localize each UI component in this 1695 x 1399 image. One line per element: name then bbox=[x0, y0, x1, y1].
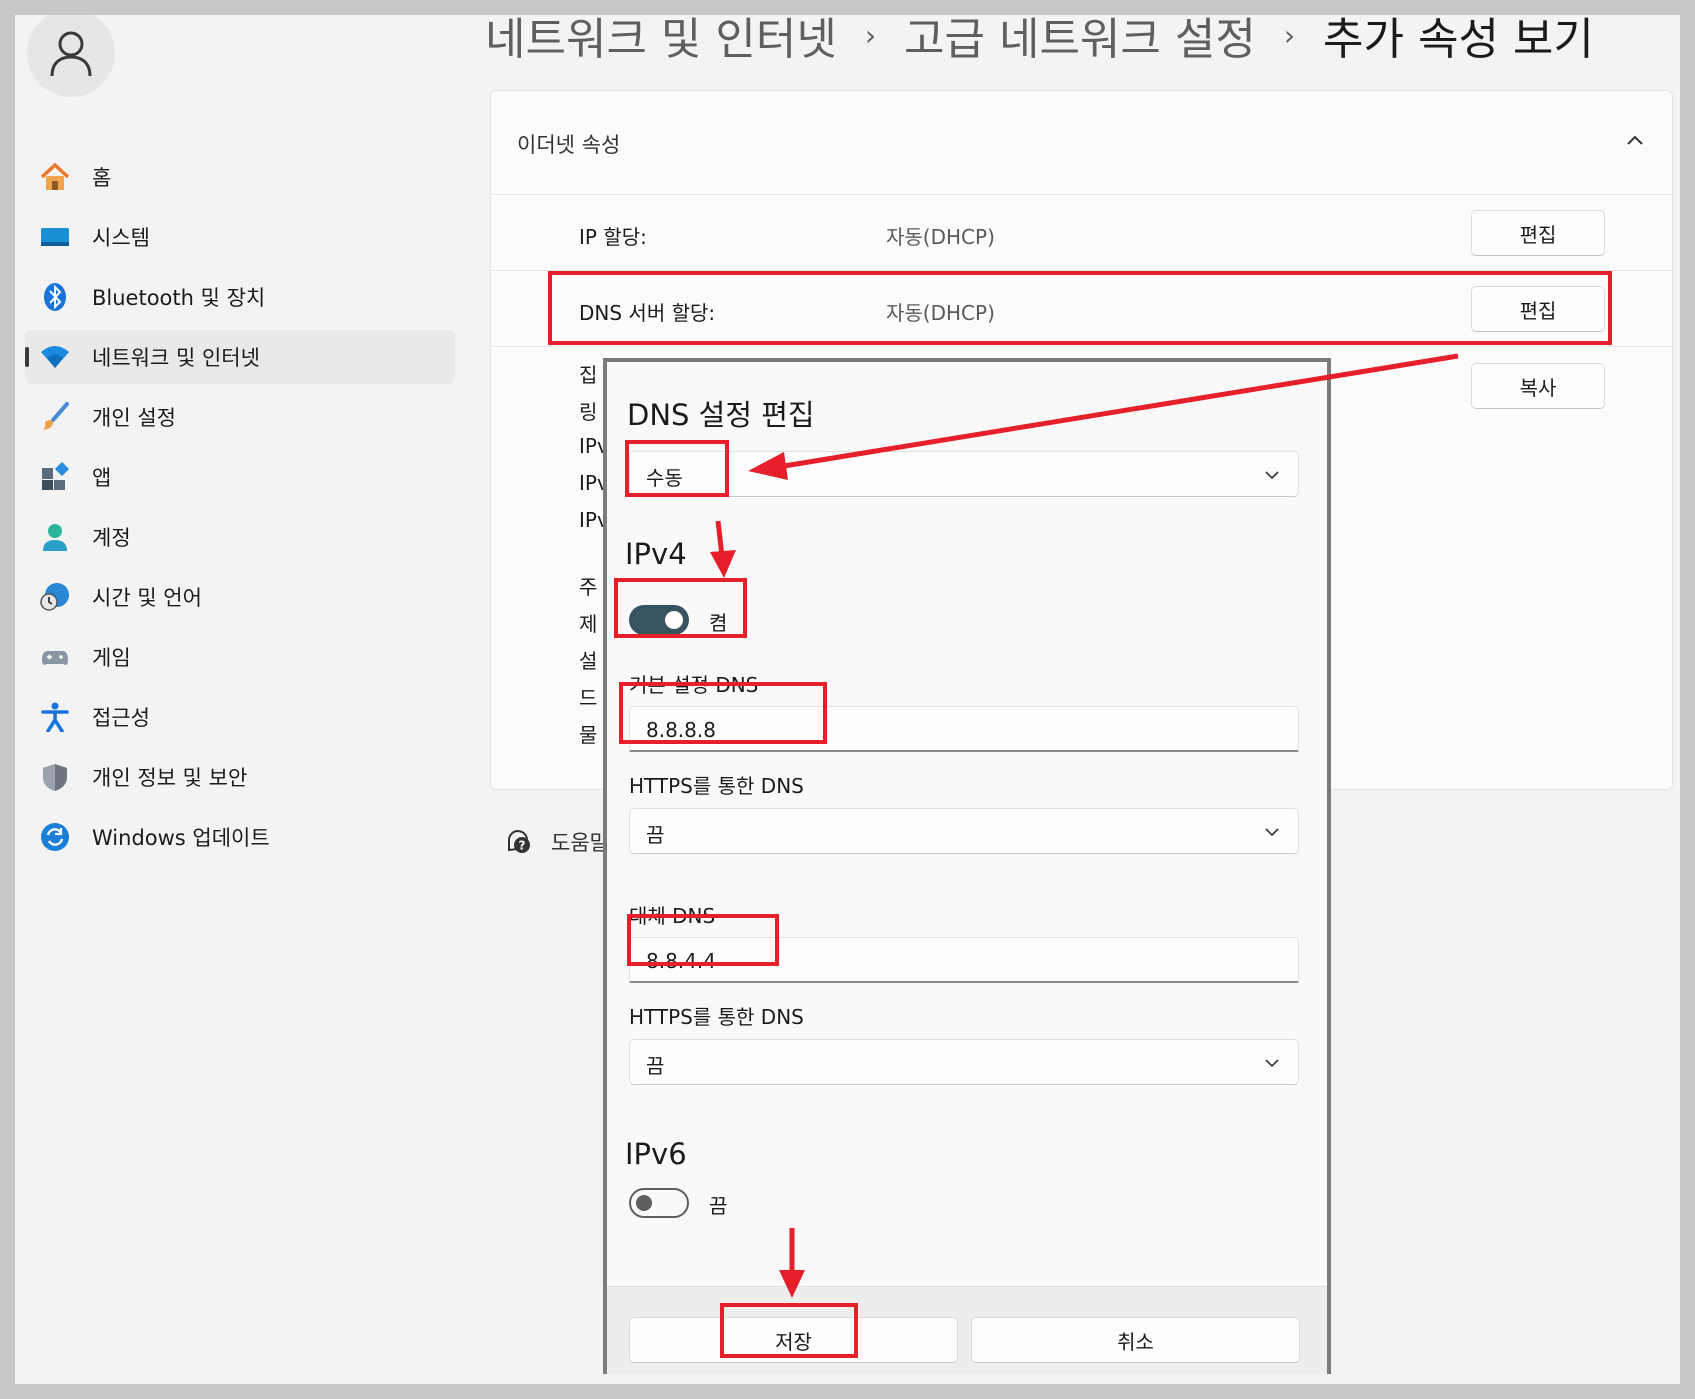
sidebar-item-label: 시스템 bbox=[92, 226, 150, 250]
dialog-footer: 저장 취소 bbox=[607, 1286, 1327, 1374]
sidebar-item-system[interactable]: 시스템 bbox=[25, 210, 455, 264]
annotation-box-save bbox=[720, 1303, 858, 1358]
property-label: 설 bbox=[579, 649, 598, 673]
sidebar-item-label: Windows 업데이트 bbox=[92, 826, 270, 850]
sidebar-item-label: 게임 bbox=[92, 646, 131, 670]
chevron-down-icon bbox=[1265, 1059, 1279, 1068]
breadcrumb-separator: › bbox=[864, 18, 877, 52]
annotation-box-mode bbox=[625, 440, 729, 497]
sidebar-item-gaming[interactable]: 게임 bbox=[25, 630, 455, 684]
property-label: 물 bbox=[579, 723, 598, 747]
sidebar-item-home[interactable]: 홈 bbox=[25, 150, 455, 204]
cancel-button[interactable]: 취소 bbox=[971, 1317, 1300, 1363]
alternate-doh-value: 끔 bbox=[646, 1054, 665, 1078]
sidebar-item-label: 접근성 bbox=[92, 706, 150, 730]
ipv6-title: IPv6 bbox=[625, 1137, 687, 1171]
property-label: 주 bbox=[579, 575, 598, 599]
ip-edit-button[interactable]: 편집 bbox=[1471, 210, 1605, 256]
breadcrumb-separator: › bbox=[1283, 18, 1296, 52]
sidebar-item-personalization[interactable]: 개인 설정 bbox=[25, 390, 455, 444]
update-icon bbox=[41, 823, 69, 851]
sidebar-item-windows-update[interactable]: Windows 업데이트 bbox=[25, 810, 455, 864]
gamepad-icon bbox=[42, 650, 68, 665]
sidebar-item-label: 네트워크 및 인터넷 bbox=[92, 346, 260, 370]
annotation-box-alternate-dns bbox=[627, 914, 779, 966]
wifi-icon bbox=[41, 346, 69, 368]
sidebar-item-network[interactable]: 네트워크 및 인터넷 bbox=[25, 330, 455, 384]
time-language-icon bbox=[40, 583, 69, 611]
accessibility-icon bbox=[41, 702, 69, 732]
annotation-box-preferred-dns bbox=[619, 682, 827, 744]
chevron-down-icon bbox=[1265, 828, 1279, 837]
sidebar-item-label: 앱 bbox=[92, 466, 112, 490]
sidebar-item-label: 개인 설정 bbox=[92, 406, 176, 430]
copy-button[interactable]: 복사 bbox=[1471, 363, 1605, 409]
breadcrumb-item-advanced[interactable]: 고급 네트워크 설정 bbox=[904, 15, 1256, 67]
sidebar-item-label: 시간 및 언어 bbox=[92, 586, 202, 610]
dns-mode-select[interactable]: 수동 bbox=[629, 451, 1299, 497]
sidebar-item-apps[interactable]: 앱 bbox=[25, 450, 455, 504]
user-icon bbox=[50, 31, 92, 77]
property-label: 제 bbox=[579, 612, 598, 636]
svg-text:?: ? bbox=[519, 839, 526, 853]
sidebar-item-label: 개인 정보 및 보안 bbox=[92, 766, 248, 790]
sidebar-item-label: 계정 bbox=[92, 526, 131, 550]
help-icon: ? bbox=[508, 830, 530, 853]
sidebar-item-label: 홈 bbox=[92, 166, 112, 190]
sidebar-item-accessibility[interactable]: 접근성 bbox=[25, 690, 455, 744]
ipv6-toggle-label: 끔 bbox=[709, 1194, 728, 1218]
ip-assignment-value: 자동(DHCP) bbox=[886, 225, 995, 249]
user-avatar[interactable] bbox=[27, 15, 115, 97]
card-header[interactable]: 이더넷 속성 bbox=[491, 91, 1672, 195]
breadcrumb-item-network[interactable]: 네트워크 및 인터넷 bbox=[485, 15, 837, 67]
system-icon bbox=[41, 228, 69, 246]
sidebar-nav: 홈 시스템 Bluetooth 및 장치 네트워크 및 인터넷 개인 설정 앱 … bbox=[25, 150, 455, 870]
property-label: 집 bbox=[579, 363, 598, 387]
annotation-box-dns-row bbox=[548, 271, 1612, 345]
breadcrumb: 네트워크 및 인터넷 › 고급 네트워크 설정 › 추가 속성 보기 bbox=[485, 15, 1594, 65]
ipv4-title: IPv4 bbox=[625, 537, 687, 571]
home-icon bbox=[40, 162, 70, 190]
page-title: 추가 속성 보기 bbox=[1323, 15, 1594, 65]
preferred-doh-value: 끔 bbox=[646, 823, 665, 847]
help-link[interactable]: ? 도움말 bbox=[505, 827, 609, 857]
preferred-doh-select[interactable]: 끔 bbox=[629, 808, 1299, 854]
alternate-doh-label: HTTPS를 통한 DNS bbox=[629, 1005, 804, 1029]
ipv6-toggle[interactable] bbox=[629, 1188, 689, 1218]
annotation-box-ipv4-toggle bbox=[614, 578, 747, 638]
apps-icon bbox=[42, 462, 70, 490]
card-title: 이더넷 속성 bbox=[517, 133, 621, 157]
preferred-doh-label: HTTPS를 통한 DNS bbox=[629, 774, 804, 798]
brush-icon bbox=[43, 402, 69, 430]
dns-settings-dialog: DNS 설정 편집 수동 IPv4 켬 기본 설정 DNS 8.8.8.8 HT… bbox=[603, 358, 1331, 1374]
dialog-title: DNS 설정 편집 bbox=[627, 398, 815, 432]
chevron-up-icon[interactable] bbox=[1624, 129, 1646, 151]
help-label: 도움말 bbox=[551, 831, 609, 855]
settings-window: 홈 시스템 Bluetooth 및 장치 네트워크 및 인터넷 개인 설정 앱 … bbox=[15, 15, 1680, 1384]
property-label: 링 bbox=[579, 400, 598, 424]
chevron-down-icon bbox=[1265, 471, 1279, 480]
account-icon bbox=[43, 524, 67, 551]
ip-assignment-row: IP 할당: 자동(DHCP) 편집 bbox=[491, 195, 1672, 271]
property-label: 드 bbox=[579, 686, 598, 710]
sidebar-item-accounts[interactable]: 계정 bbox=[25, 510, 455, 564]
toggle-knob bbox=[636, 1195, 652, 1211]
ip-assignment-label: IP 할당: bbox=[579, 225, 647, 249]
sidebar-item-time-language[interactable]: 시간 및 언어 bbox=[25, 570, 455, 624]
shield-icon bbox=[43, 764, 67, 791]
sidebar-item-privacy-security[interactable]: 개인 정보 및 보안 bbox=[25, 750, 455, 804]
sidebar-item-label: Bluetooth 및 장치 bbox=[92, 286, 266, 310]
bluetooth-icon bbox=[44, 283, 66, 311]
alternate-doh-select[interactable]: 끔 bbox=[629, 1039, 1299, 1085]
sidebar-item-bluetooth[interactable]: Bluetooth 및 장치 bbox=[25, 270, 455, 324]
